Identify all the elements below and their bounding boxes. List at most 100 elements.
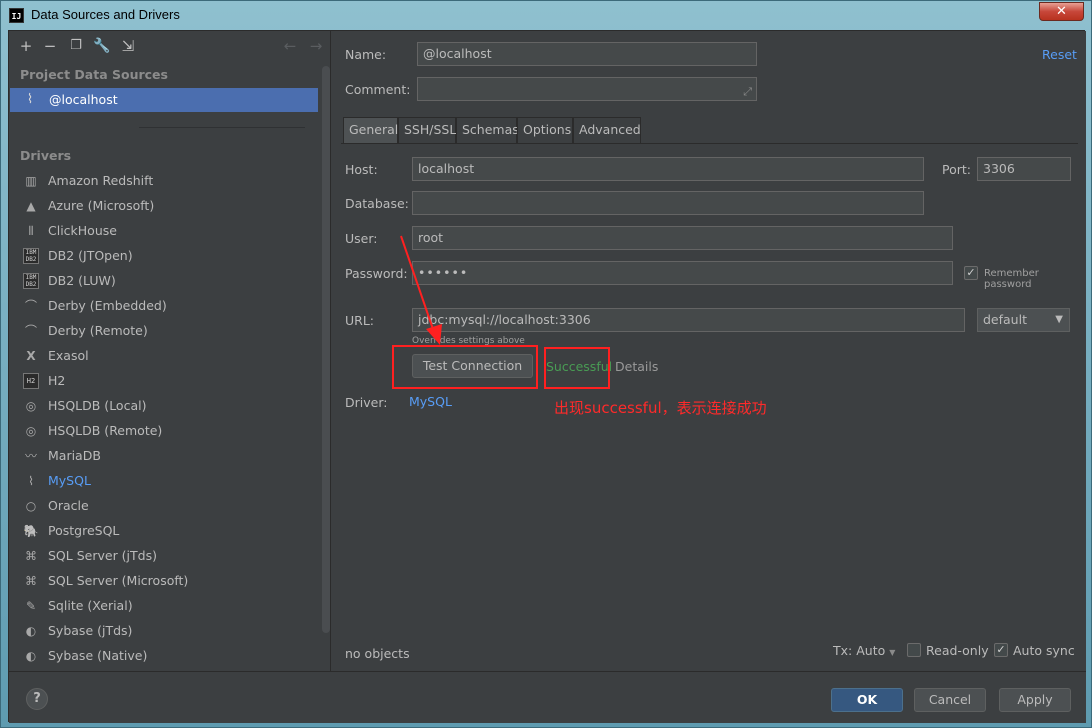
name-field[interactable]: @localhost xyxy=(417,42,757,66)
driver-label: Sybase (jTds) xyxy=(48,623,133,638)
driver-item-db2-luw[interactable]: IBM DB2 DB2 (LUW) xyxy=(9,269,323,294)
host-label: Host: xyxy=(345,162,378,177)
driver-label: SQL Server (Microsoft) xyxy=(48,573,189,588)
hsqldb-icon: ◎ xyxy=(25,399,37,413)
driver-item-db2-jtopen[interactable]: IBM DB2 DB2 (JTOpen) xyxy=(9,244,323,269)
tx-mode-label: Tx: Auto xyxy=(833,643,886,658)
driver-label: HSQLDB (Local) xyxy=(48,398,147,413)
mysql-icon: ⌇ xyxy=(26,92,34,107)
driver-item-mysql[interactable]: ⌇ MySQL xyxy=(9,469,323,494)
data-source-item-localhost[interactable]: ⌇ @localhost xyxy=(10,88,318,112)
postgresql-icon: 🐘 xyxy=(23,524,39,538)
driver-label: DB2 (JTOpen) xyxy=(48,248,133,263)
driver-item-mariadb[interactable]: 〰 MariaDB xyxy=(9,444,323,469)
driver-label: MariaDB xyxy=(48,448,101,463)
driver-item-hsqldb-remote[interactable]: ◎ HSQLDB (Remote) xyxy=(9,419,323,444)
driver-item-sqlserver-jtds[interactable]: ⌘ SQL Server (jTds) xyxy=(9,544,323,569)
azure-icon: ▲ xyxy=(26,199,36,213)
wrench-icon[interactable]: 🔧 xyxy=(93,37,111,55)
mariadb-icon: 〰 xyxy=(24,449,37,463)
left-panel: + − ❐ 🔧 ⇲ ← → Project Data Sources ⌇ @lo… xyxy=(9,31,331,671)
driver-label: Oracle xyxy=(48,498,89,513)
ok-button[interactable]: OK xyxy=(831,688,903,712)
driver-link[interactable]: MySQL xyxy=(409,394,452,409)
database-label: Database: xyxy=(345,196,409,211)
drivers-heading: Drivers xyxy=(20,148,72,163)
tab-general[interactable]: General xyxy=(343,117,398,143)
driver-item-clickhouse[interactable]: ⦀ ClickHouse xyxy=(9,219,323,244)
import-icon[interactable]: ⇲ xyxy=(119,37,137,55)
driver-label: Sybase (Native) xyxy=(48,648,148,663)
driver-item-oracle[interactable]: ○ Oracle xyxy=(9,494,323,519)
tx-mode-dropdown[interactable]: Tx: Auto ▼ xyxy=(833,643,895,658)
driver-item-sybase-jtds[interactable]: ◐ Sybase (jTds) xyxy=(9,619,323,644)
dialog-client-area: + − ❐ 🔧 ⇲ ← → Project Data Sources ⌇ @lo… xyxy=(8,30,1086,723)
back-arrow-icon[interactable]: ← xyxy=(281,37,299,55)
driver-item-postgresql[interactable]: 🐘 PostgreSQL xyxy=(9,519,323,544)
left-scrollbar[interactable] xyxy=(322,66,330,633)
add-icon[interactable]: + xyxy=(17,37,35,55)
hsqldb-icon: ◎ xyxy=(25,424,37,438)
objects-status: no objects xyxy=(345,646,410,661)
derby-icon: ⌒ xyxy=(24,299,37,313)
driver-item-derby-embedded[interactable]: ⌒ Derby (Embedded) xyxy=(9,294,323,319)
derby-icon: ⌒ xyxy=(24,324,37,338)
driver-item-amazon-redshift[interactable]: ▥ Amazon Redshift xyxy=(9,169,323,194)
driver-label: Driver: xyxy=(345,395,388,410)
title-bar[interactable]: IJ Data Sources and Drivers ✕ xyxy=(1,1,1091,29)
driver-item-sqlserver-microsoft[interactable]: ⌘ SQL Server (Microsoft) xyxy=(9,569,323,594)
driver-item-azure[interactable]: ▲ Azure (Microsoft) xyxy=(9,194,323,219)
driver-label: Sqlite (Xerial) xyxy=(48,598,133,613)
duplicate-icon[interactable]: ❐ xyxy=(67,37,85,55)
expand-icon[interactable]: ⤢ xyxy=(743,81,752,103)
driver-item-exasol[interactable]: X Exasol xyxy=(9,344,323,369)
url-label: URL: xyxy=(345,313,375,328)
database-field[interactable] xyxy=(412,191,924,215)
driver-item-sybase-native[interactable]: ◐ Sybase (Native) xyxy=(9,644,323,669)
driver-item-h2[interactable]: H2 H2 xyxy=(9,369,323,394)
sources-toolbar: + − ❐ 🔧 ⇲ ← → xyxy=(9,31,331,61)
driver-label: DB2 (LUW) xyxy=(48,273,116,288)
annotation-box-successful xyxy=(544,347,610,389)
comment-field[interactable]: ⤢ xyxy=(417,77,757,101)
url-field[interactable]: jdbc:mysql://localhost:3306 xyxy=(412,308,965,332)
chevron-down-icon: ▼ xyxy=(889,648,896,657)
user-field[interactable]: root xyxy=(412,226,953,250)
read-only-label: Read-only xyxy=(926,643,989,658)
url-mode-value: default xyxy=(983,312,1027,327)
window-title: Data Sources and Drivers xyxy=(31,7,180,22)
driver-item-derby-remote[interactable]: ⌒ Derby (Remote) xyxy=(9,319,323,344)
data-source-label: @localhost xyxy=(49,92,118,107)
remove-icon[interactable]: − xyxy=(41,37,59,55)
dialog-footer: ? OK Cancel Apply xyxy=(9,671,1086,723)
apply-button[interactable]: Apply xyxy=(999,688,1071,712)
close-button[interactable]: ✕ xyxy=(1039,2,1084,21)
port-field[interactable]: 3306 xyxy=(977,157,1071,181)
tab-options[interactable]: Options xyxy=(517,117,573,143)
driver-item-sqlite[interactable]: ✎ Sqlite (Xerial) xyxy=(9,594,323,619)
reset-link[interactable]: Reset xyxy=(1042,47,1077,62)
read-only-checkbox[interactable] xyxy=(907,643,921,657)
tab-advanced[interactable]: Advanced xyxy=(573,117,641,143)
tab-ssh-ssl[interactable]: SSH/SSL xyxy=(398,117,456,143)
url-mode-dropdown[interactable]: default ▼ xyxy=(977,308,1070,332)
auto-sync-checkbox[interactable]: ✓ xyxy=(994,643,1008,657)
remember-password-checkbox[interactable]: ✓ xyxy=(964,266,978,280)
driver-label: SQL Server (jTds) xyxy=(48,548,157,563)
cancel-button[interactable]: Cancel xyxy=(914,688,986,712)
tab-schemas[interactable]: Schemas xyxy=(456,117,519,143)
name-label: Name: xyxy=(345,47,387,62)
password-field[interactable]: •••••• xyxy=(412,261,953,285)
driver-item-hsqldb-local[interactable]: ◎ HSQLDB (Local) xyxy=(9,394,323,419)
driver-label: H2 xyxy=(48,373,66,388)
driver-label: HSQLDB (Remote) xyxy=(48,423,163,438)
driver-label: ClickHouse xyxy=(48,223,117,238)
driver-label: Derby (Remote) xyxy=(48,323,148,338)
host-field[interactable]: localhost xyxy=(412,157,924,181)
auto-sync-label: Auto sync xyxy=(1013,643,1075,658)
driver-label: MySQL xyxy=(48,473,91,488)
help-button[interactable]: ? xyxy=(26,688,48,710)
details-link[interactable]: Details xyxy=(615,359,658,374)
exasol-icon: X xyxy=(26,349,36,363)
forward-arrow-icon[interactable]: → xyxy=(307,37,325,55)
